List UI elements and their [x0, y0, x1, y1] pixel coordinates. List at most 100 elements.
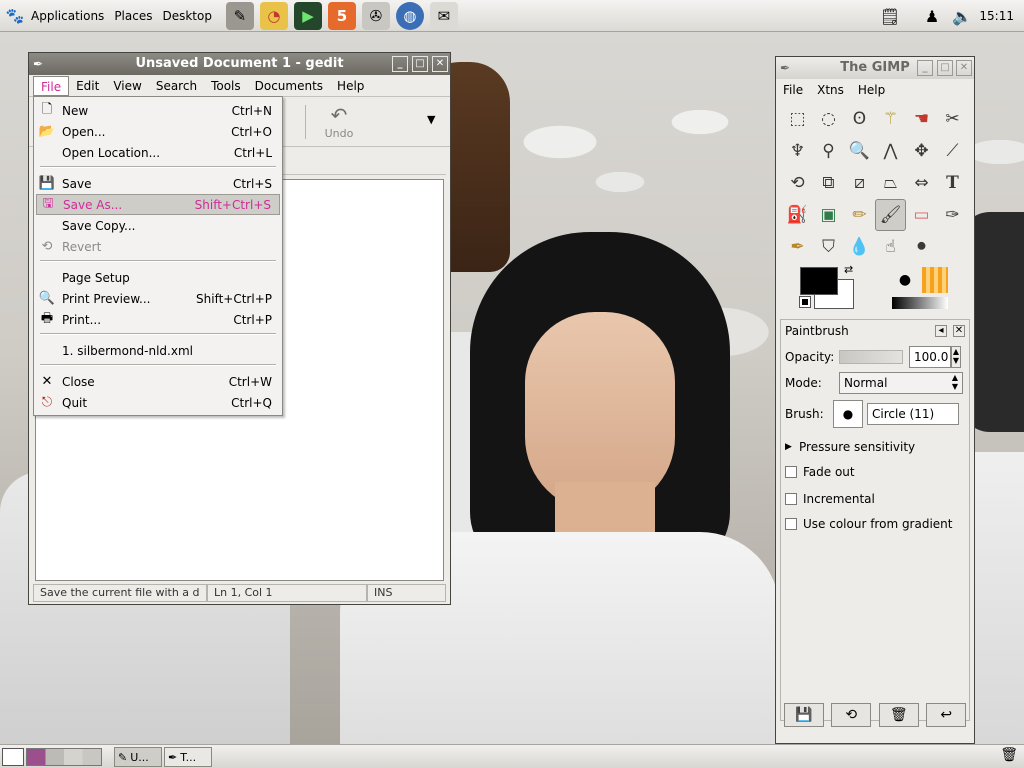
mail-icon[interactable]: ✉ [429, 1, 458, 30]
user-icon[interactable]: ♟ [920, 4, 944, 28]
menu-item-open[interactable]: 📂 Open... Ctrl+O [36, 121, 280, 142]
default-colors-icon[interactable] [799, 296, 811, 308]
fade-out-checkbox[interactable] [785, 466, 797, 478]
brush-pattern-gradient-selector[interactable]: ● [878, 263, 966, 313]
menu-item-open-location[interactable]: Open Location... Ctrl+L [36, 142, 280, 163]
perspective-icon[interactable]: ⏢ [875, 167, 906, 199]
gedit-window-icon[interactable]: ✒ [33, 53, 43, 75]
swap-colors-icon[interactable]: ⇄ [844, 263, 853, 276]
gradient-checkbox-row[interactable]: Use colour from gradient [785, 517, 953, 531]
rect-select-icon[interactable]: ⬚ [782, 103, 813, 135]
taskbar-item-gedit[interactable]: ✎ U... [114, 747, 162, 767]
menu-item-save-copy[interactable]: Save Copy... [36, 215, 280, 236]
clone-icon[interactable]: ⛉ [813, 231, 844, 263]
menu-documents[interactable]: Documents [248, 76, 330, 96]
gimp-menu-help[interactable]: Help [851, 83, 892, 97]
select-by-color-icon[interactable]: ☚ [906, 103, 937, 135]
ellipse-select-icon[interactable]: ◌ [813, 103, 844, 135]
bucket-fill-icon[interactable]: ⛽ [782, 199, 813, 231]
menu-tools[interactable]: Tools [204, 76, 248, 96]
menu-edit[interactable]: Edit [69, 76, 106, 96]
gedit-titlebar[interactable]: ✒ Unsaved Document 1 - gedit _ □ ✕ [29, 53, 450, 75]
close-button[interactable]: ✕ [432, 56, 448, 72]
taskbar-item-gimp[interactable]: ✒ T... [164, 747, 212, 767]
gimp-menu-file[interactable]: File [776, 83, 810, 97]
menu-item-recent-file[interactable]: 1. silbermond-nld.xml [36, 340, 280, 361]
opacity-slider[interactable] [839, 350, 903, 364]
menu-view[interactable]: View [106, 76, 148, 96]
menu-item-close[interactable]: ✕ Close Ctrl+W [36, 371, 280, 392]
measure-icon[interactable]: ⋀ [875, 135, 906, 167]
ink-icon[interactable]: ✒ [782, 231, 813, 263]
mode-select[interactable]: Normal ▲ ▼ [839, 372, 963, 394]
menu-item-print[interactable]: 🖶 Print... Ctrl+P [36, 309, 280, 330]
restore-options-icon[interactable]: ⟲ [831, 703, 872, 727]
paths-icon[interactable]: ♆ [782, 135, 813, 167]
gnome-foot-icon[interactable]: 🐾 [6, 2, 25, 30]
chart-icon[interactable]: ◔ [259, 1, 288, 30]
menu-item-new[interactable]: 🗋 New Ctrl+N [36, 100, 280, 121]
paintbrush-icon[interactable]: 🖌 [875, 199, 906, 231]
lasso-icon[interactable]: ʘ [844, 103, 875, 135]
toolbar-overflow-arrow[interactable]: ▼ [427, 113, 435, 126]
dodge-burn-icon[interactable]: ⚫ [906, 231, 937, 263]
crop-knife-icon[interactable]: ⟋ [937, 135, 968, 167]
smudge-icon[interactable]: ☝ [875, 231, 906, 263]
menu-item-save-as[interactable]: 🖫 Save As... Shift+Ctrl+S [36, 194, 280, 215]
reset-options-icon[interactable]: ↩ [926, 703, 967, 727]
menu-item-quit[interactable]: ⎋ Quit Ctrl+Q [36, 392, 280, 413]
menu-search[interactable]: Search [149, 76, 204, 96]
blur-icon[interactable]: 💧 [844, 231, 875, 263]
blend-icon[interactable]: ▣ [813, 199, 844, 231]
places-menu[interactable]: Places [109, 0, 157, 32]
maximize-button[interactable]: □ [937, 60, 953, 76]
menu-help[interactable]: Help [330, 76, 371, 96]
text-tool-icon[interactable]: T [937, 167, 968, 199]
eraser-icon[interactable]: ▭ [906, 199, 937, 231]
trash-icon[interactable]: 🗑 [1000, 747, 1018, 763]
menu-item-print-preview[interactable]: 🔍 Print Preview... Shift+Ctrl+P [36, 288, 280, 309]
text-editor-icon[interactable]: ✎ [225, 1, 254, 30]
film-reel-icon[interactable]: ✇ [361, 1, 390, 30]
pressure-sensitivity-expander[interactable]: ▶ Pressure sensitivity [785, 440, 915, 454]
foreground-color-swatch[interactable] [800, 267, 838, 295]
close-button[interactable]: ✕ [956, 60, 972, 76]
gradient-checkbox[interactable] [785, 518, 797, 530]
menu-item-save[interactable]: 💾 Save Ctrl+S [36, 173, 280, 194]
volume-icon[interactable]: 🔈 [950, 4, 974, 28]
gimp-menu-xtns[interactable]: Xtns [810, 83, 851, 97]
airbrush-icon[interactable]: ✑ [937, 199, 968, 231]
incremental-checkbox[interactable] [785, 493, 797, 505]
gimp-window-icon[interactable]: ✒ [780, 57, 790, 79]
minimize-button[interactable]: _ [917, 60, 933, 76]
rotate-icon[interactable]: ⟲ [782, 167, 813, 199]
globe-icon[interactable]: ◍ [395, 1, 424, 30]
magnify-icon[interactable]: 🔍 [844, 135, 875, 167]
brush-preview[interactable]: ● [892, 267, 918, 293]
notes-icon[interactable]: 🗒 [878, 4, 902, 28]
delete-options-icon[interactable]: 🗑 [878, 703, 919, 727]
terminal-icon[interactable]: ▶ [293, 1, 322, 30]
html5-icon[interactable]: 5 [327, 1, 356, 30]
color-selector[interactable]: ⇄ [784, 263, 874, 313]
opacity-spin-arrows[interactable]: ▲ ▼ [951, 346, 961, 368]
undo-button[interactable]: ↶ Undo [317, 103, 361, 140]
minimize-button[interactable]: _ [392, 56, 408, 72]
gradient-preview[interactable] [892, 297, 948, 309]
pattern-preview[interactable] [922, 267, 948, 293]
clock[interactable]: 15:11 [979, 0, 1014, 32]
scissors-icon[interactable]: ✂ [937, 103, 968, 135]
close-tab-icon[interactable]: ✕ [953, 325, 965, 337]
scale-icon[interactable]: ⧉ [813, 167, 844, 199]
flip-icon[interactable]: ⇔ [906, 167, 937, 199]
pencil-icon[interactable]: ✏ [844, 199, 875, 231]
menu-file[interactable]: File [33, 75, 70, 96]
workspace-switcher[interactable] [26, 748, 102, 766]
applications-menu[interactable]: Applications [26, 0, 109, 32]
magic-wand-icon[interactable]: ⚚ [875, 103, 906, 135]
tab-menu-icon[interactable]: ◂ [935, 325, 947, 337]
color-picker-icon[interactable]: ⚲ [813, 135, 844, 167]
show-desktop-button[interactable] [2, 748, 24, 766]
shear-icon[interactable]: ⧄ [844, 167, 875, 199]
move-icon[interactable]: ✥ [906, 135, 937, 167]
